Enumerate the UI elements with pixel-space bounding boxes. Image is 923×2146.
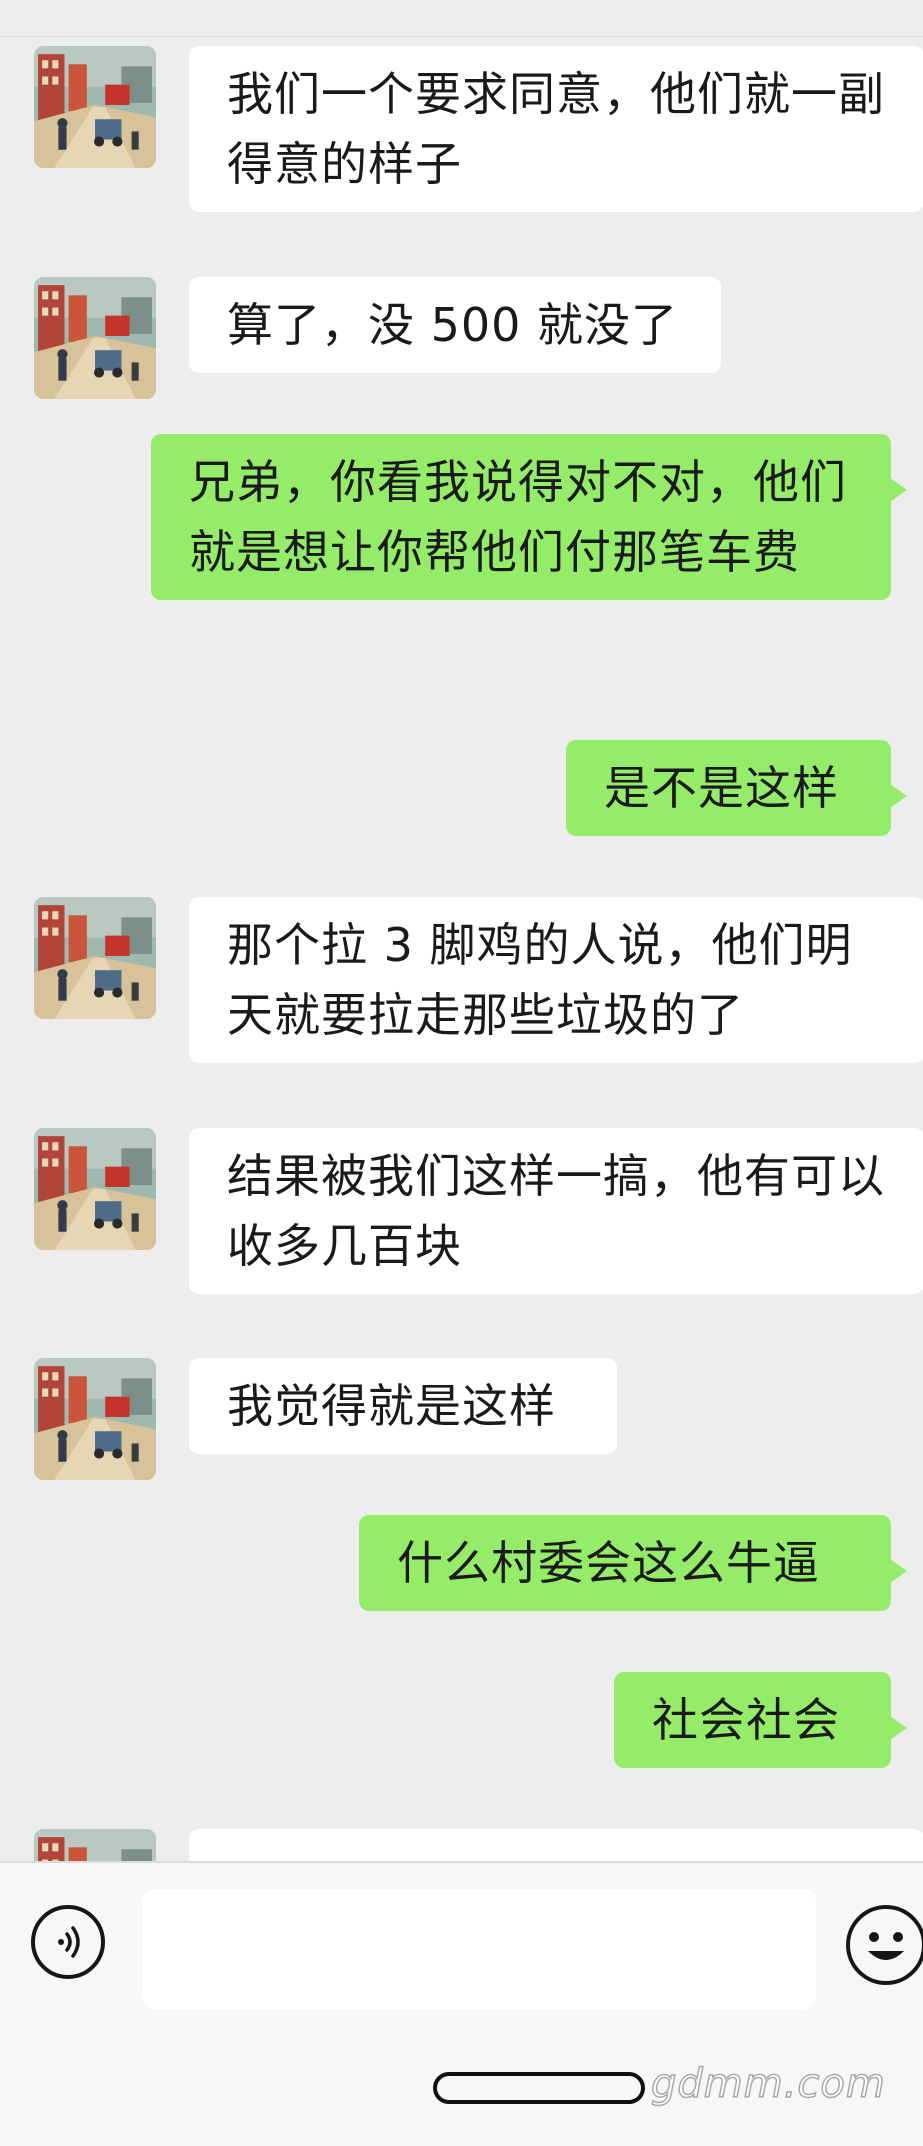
avatar-painting (34, 277, 156, 399)
message-bubble[interactable]: 是不是这样 (566, 740, 907, 836)
message-bubble[interactable] (189, 1829, 923, 1861)
message-bubble[interactable]: 我觉得就是这样 (189, 1358, 617, 1454)
avatar-painting (34, 1829, 156, 1861)
message-input[interactable] (143, 1889, 816, 2009)
avatar-painting (34, 46, 156, 168)
message-bubble[interactable]: 什么村委会这么牛逼 (359, 1515, 907, 1611)
emoji-button[interactable] (846, 1905, 923, 1985)
message-bubble[interactable]: 我们一个要求同意，他们就一副得意的样子 (189, 46, 923, 212)
message-list[interactable]: 我们一个要求同意，他们就一副得意的样子算了，没 500 就没了兄弟，你看我说得对… (0, 36, 923, 1861)
watermark: gdmm.com (650, 2060, 886, 2108)
avatar-painting (34, 1128, 156, 1250)
home-indicator[interactable] (433, 2072, 645, 2104)
avatar-painting (34, 897, 156, 1019)
voice-icon (58, 1926, 80, 1958)
contact-avatar[interactable] (34, 46, 156, 168)
top-bar (0, 0, 923, 37)
contact-avatar[interactable] (34, 1829, 156, 1861)
chat-screen: 我们一个要求同意，他们就一副得意的样子算了，没 500 就没了兄弟，你看我说得对… (0, 0, 923, 2146)
contact-avatar[interactable] (34, 1128, 156, 1250)
emoji-icon (868, 1932, 904, 1960)
contact-avatar[interactable] (34, 897, 156, 1019)
message-bubble[interactable]: 那个拉 3 脚鸡的人说，他们明天就要拉走那些垃圾的了 (189, 897, 923, 1063)
input-toolbar: gdmm.com (0, 1861, 923, 2146)
voice-button[interactable] (31, 1905, 105, 1979)
contact-avatar[interactable] (34, 1358, 156, 1480)
message-bubble[interactable]: 兄弟，你看我说得对不对，他们就是想让你帮他们付那笔车费 (151, 434, 907, 600)
contact-avatar[interactable] (34, 277, 156, 399)
message-bubble[interactable]: 算了，没 500 就没了 (189, 277, 721, 373)
message-bubble[interactable]: 结果被我们这样一搞，他有可以收多几百块 (189, 1128, 923, 1294)
message-bubble[interactable]: 社会社会 (614, 1672, 907, 1768)
avatar-painting (34, 1358, 156, 1480)
